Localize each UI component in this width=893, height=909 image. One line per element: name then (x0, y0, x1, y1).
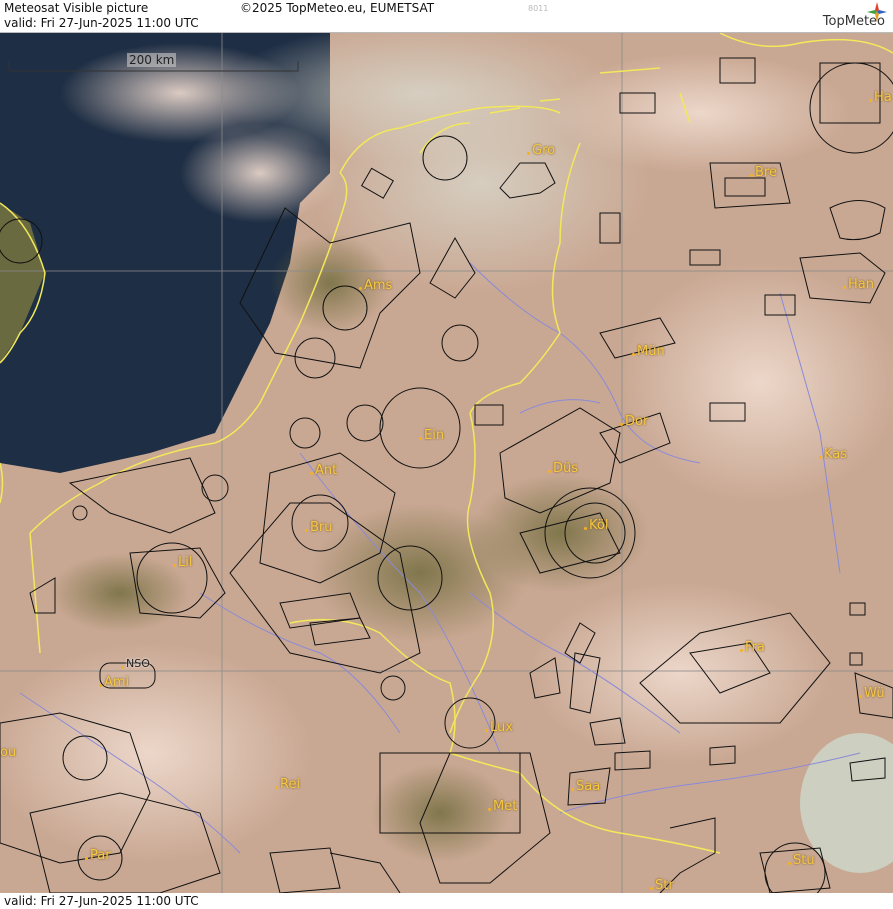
topmeteo-logo[interactable]: TopMeteo (792, 2, 887, 30)
city-ha: Ha (869, 90, 892, 105)
city-dus: Düs (547, 461, 579, 476)
city-han: Han (843, 277, 874, 292)
city-dor: Dor (619, 414, 649, 429)
city-par: Par (85, 848, 111, 863)
city-bre: Bre (750, 165, 777, 180)
product-title: Meteosat Visible picture (4, 1, 149, 15)
city-rei: Rei (274, 777, 301, 792)
city-ams: Ams (358, 278, 393, 293)
footer-bar: valid: Fri 27-Jun-2025 11:00 UTC (0, 893, 893, 909)
header-bar: Meteosat Visible picture ©2025 TopMeteo.… (0, 0, 893, 33)
city-bru: Bru (305, 520, 333, 535)
city-met: Met (487, 799, 518, 814)
city-fra: Fra (740, 640, 765, 655)
city-nso: NSO (121, 657, 150, 670)
copyright-text: ©2025 TopMeteo.eu, EUMETSAT (240, 1, 435, 15)
city-lil: Lil (172, 555, 193, 570)
map-canvas (0, 33, 893, 893)
scale-bar (8, 61, 299, 72)
valid-time: valid: Fri 27-Jun-2025 11:00 UTC (4, 16, 199, 30)
city-ant: Ant (309, 463, 338, 478)
city-ein: Ein (418, 428, 445, 443)
city-stu: Stu (788, 853, 815, 868)
city-ami: Ami (98, 675, 130, 690)
city-lux: Lux (485, 720, 513, 735)
city-gro: Gro (526, 143, 556, 158)
city-kas: Kas (818, 447, 848, 462)
city-kol: Köl (583, 518, 609, 533)
city-wu: Wü (859, 686, 885, 701)
city-str: Str (650, 878, 674, 893)
image-code: 8011 (528, 4, 549, 13)
city-ou: ou (0, 745, 17, 760)
city-saa: Saa (570, 779, 601, 794)
logo-text: TopMeteo (822, 14, 885, 29)
footer-valid-time: valid: Fri 27-Jun-2025 11:00 UTC (4, 894, 199, 908)
satellite-map[interactable]: 200 km Gro Bre Ha Ams Han Mün Ein Dor Ka… (0, 33, 893, 893)
city-mun: Mün (632, 344, 665, 359)
